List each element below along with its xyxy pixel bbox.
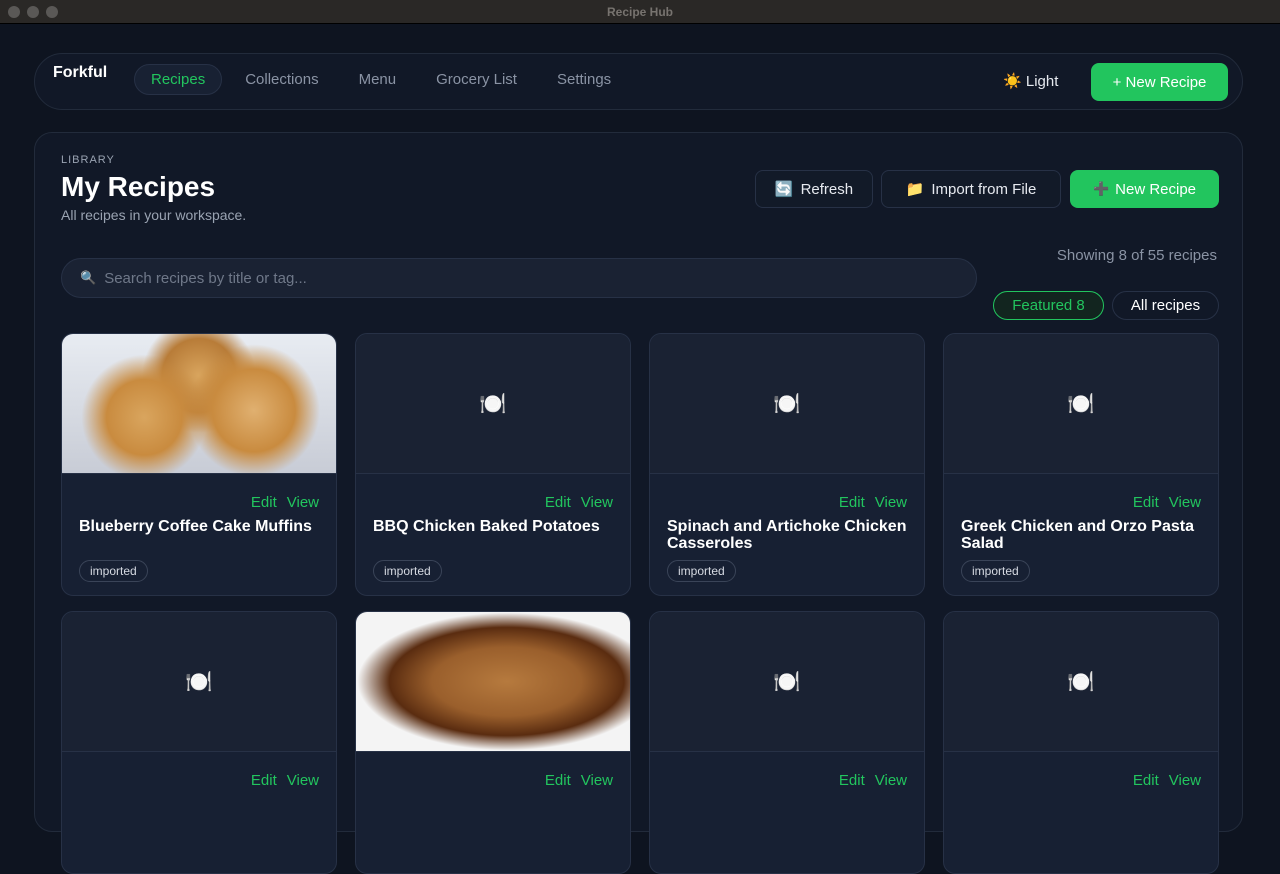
recipe-grid: Edit View Blueberry Coffee Cake Muffins i… [61, 333, 1219, 874]
refresh-label: Refresh [800, 180, 854, 198]
edit-link[interactable]: Edit [839, 772, 865, 789]
recipe-title: Greek Chicken and Orzo Pasta Salad [961, 518, 1194, 552]
recipe-thumbnail: 🍽️ [944, 334, 1218, 474]
top-nav: Forkful Recipes Collections Menu Grocery… [34, 53, 1243, 110]
import-button[interactable]: 📁 Import from File [881, 170, 1061, 208]
recipe-tag: imported [79, 560, 148, 582]
theme-toggle[interactable]: ☀️ Light [1003, 72, 1058, 90]
recipe-card[interactable]: 🍽️ Edit View [61, 611, 337, 874]
recipe-title: Blueberry Coffee Cake Muffins [79, 518, 312, 535]
search-placeholder: Search recipes by title or tag... [104, 269, 307, 287]
recipe-thumbnail: 🍽️ [62, 612, 336, 752]
theme-label: Light [1025, 73, 1059, 90]
view-link[interactable]: View [1169, 772, 1201, 789]
plus-icon: ➕ [1092, 181, 1110, 196]
recipe-card[interactable]: 🍽️ Edit View Spinach and Artichoke Chicke… [649, 333, 925, 596]
recipe-thumbnail: 🍽️ [944, 612, 1218, 752]
view-link[interactable]: View [1169, 494, 1201, 511]
view-link[interactable]: View [875, 494, 907, 511]
edit-link[interactable]: Edit [251, 772, 277, 789]
recipe-title: BBQ Chicken Baked Potatoes [373, 518, 600, 535]
edit-link[interactable]: Edit [545, 772, 571, 789]
new-recipe-label: New Recipe [1115, 180, 1197, 198]
recipe-card[interactable]: 🍽️ Edit View [649, 611, 925, 874]
recipe-tag: imported [667, 560, 736, 582]
nav-recipes[interactable]: Recipes [134, 64, 223, 95]
filter-all[interactable]: All recipes [1112, 291, 1219, 320]
refresh-icon: 🔄 [774, 181, 794, 198]
result-count: Showing 8 of 55 recipes [1056, 247, 1217, 264]
view-link[interactable]: View [581, 494, 613, 511]
window-title: Recipe Hub [606, 5, 673, 19]
recipe-thumbnail [356, 612, 630, 752]
nav-new-recipe-button[interactable]: + New Recipe [1091, 63, 1228, 101]
nav-settings[interactable]: Settings [540, 64, 628, 95]
edit-link[interactable]: Edit [1133, 494, 1159, 511]
nav-collections[interactable]: Collections [228, 64, 335, 95]
page-subtitle: All recipes in your workspace. [61, 207, 247, 223]
plate-icon: 🍽️ [1067, 668, 1095, 694]
search-input[interactable]: 🔍 Search recipes by title or tag... [61, 258, 977, 298]
window-titlebar: Recipe Hub [0, 0, 1280, 24]
library-panel: LIBRARY My Recipes All recipes in your w… [34, 132, 1243, 874]
view-link[interactable]: View [287, 494, 319, 511]
import-label: Import from File [931, 180, 1037, 198]
plate-icon: 🍽️ [773, 668, 801, 694]
recipe-card[interactable]: Edit View Blueberry Coffee Cake Muffins i… [61, 333, 337, 596]
edit-link[interactable]: Edit [545, 494, 571, 511]
edit-link[interactable]: Edit [251, 494, 277, 511]
search-icon: 🔍 [80, 270, 97, 285]
eyebrow: LIBRARY [61, 154, 115, 166]
recipe-tag: imported [961, 560, 1030, 582]
edit-link[interactable]: Edit [839, 494, 865, 511]
recipe-thumbnail: 🍽️ [650, 612, 924, 752]
recipe-tag: imported [373, 560, 442, 582]
nav-grocery-list[interactable]: Grocery List [419, 64, 534, 95]
new-recipe-button[interactable]: ➕ New Recipe [1070, 170, 1219, 208]
folder-icon: 📁 [905, 181, 925, 198]
recipe-title: Spinach and Artichoke Chicken Casseroles [667, 518, 907, 552]
recipe-thumbnail: 🍽️ [650, 334, 924, 474]
plate-icon: 🍽️ [1067, 390, 1095, 416]
recipe-card[interactable]: 🍽️ Edit View BBQ Chicken Baked Potatoes i… [355, 333, 631, 596]
view-link[interactable]: View [875, 772, 907, 789]
plate-icon: 🍽️ [185, 668, 213, 694]
nav-menu[interactable]: Menu [342, 64, 414, 95]
view-link[interactable]: View [287, 772, 319, 789]
plate-icon: 🍽️ [479, 390, 507, 416]
edit-link[interactable]: Edit [1133, 772, 1159, 789]
sun-icon: ☀️ [1003, 73, 1022, 90]
recipe-thumbnail [62, 334, 336, 474]
plate-icon: 🍽️ [773, 390, 801, 416]
recipe-card[interactable]: Edit View [355, 611, 631, 874]
recipe-card[interactable]: 🍽️ Edit View Greek Chicken and Orzo Pasta… [943, 333, 1219, 596]
filter-featured[interactable]: Featured 8 [993, 291, 1104, 320]
refresh-button[interactable]: 🔄 Refresh [755, 170, 873, 208]
recipe-thumbnail: 🍽️ [356, 334, 630, 474]
view-link[interactable]: View [581, 772, 613, 789]
recipe-card[interactable]: 🍽️ Edit View [943, 611, 1219, 874]
brand-logo[interactable]: Forkful [53, 64, 107, 82]
page-title: My Recipes [61, 171, 216, 202]
